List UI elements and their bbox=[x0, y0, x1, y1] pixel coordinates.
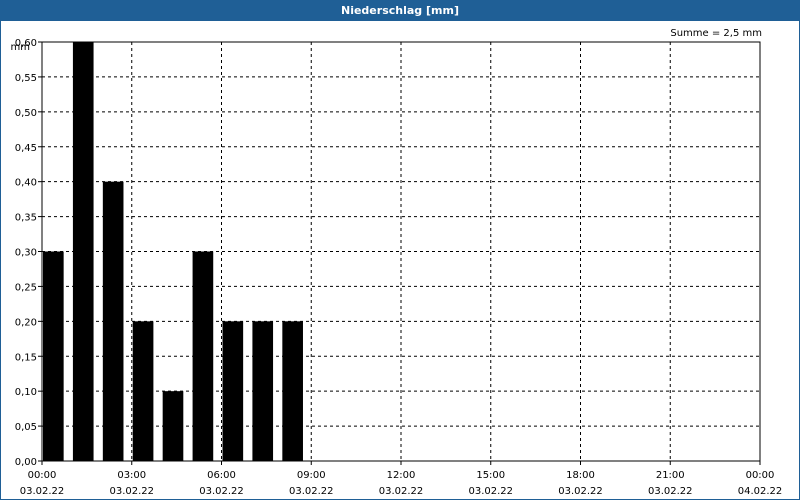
x-tick-time: 00:00 bbox=[28, 470, 57, 481]
x-tick-date: 03.02.22 bbox=[109, 486, 154, 497]
bar bbox=[102, 181, 124, 461]
bar bbox=[132, 321, 154, 461]
bar bbox=[162, 391, 184, 461]
y-tick-label: 0,05 bbox=[15, 422, 37, 433]
x-tick-date: 03.02.22 bbox=[199, 486, 244, 497]
x-tick-time: 15:00 bbox=[476, 470, 505, 481]
y-tick-label: 0,45 bbox=[15, 143, 37, 154]
x-tick-time: 03:00 bbox=[117, 470, 146, 481]
y-tick-label: 0,35 bbox=[15, 213, 37, 224]
y-tick-label: 0,60 bbox=[15, 38, 37, 49]
bar bbox=[282, 321, 303, 461]
y-tick-label: 0,00 bbox=[15, 457, 37, 468]
x-tick-date: 04.02.22 bbox=[738, 486, 783, 497]
x-axis-ticks: 00:00 03.02.22 03:00 03.02.22 06:00 03.02.22 0… bbox=[20, 461, 783, 497]
precipitation-chart: Summe = 2,5 mm mm 0,000,050,100,150,200,… bbox=[11, 28, 783, 497]
x-tick-time: 06:00 bbox=[207, 470, 236, 481]
x-tick-date: 03.02.22 bbox=[468, 486, 513, 497]
y-tick-label: 0,55 bbox=[15, 73, 37, 84]
x-tick-date: 03.02.22 bbox=[648, 486, 693, 497]
bar bbox=[252, 321, 274, 461]
y-tick-label: 0,15 bbox=[15, 352, 37, 363]
x-tick-date: 03.02.22 bbox=[289, 486, 334, 497]
y-tick-label: 0,50 bbox=[15, 108, 37, 119]
x-tick-time: 12:00 bbox=[387, 470, 416, 481]
bars bbox=[43, 42, 303, 461]
y-tick-label: 0,30 bbox=[15, 248, 37, 259]
y-tick-label: 0,40 bbox=[15, 178, 37, 189]
x-tick-time: 18:00 bbox=[566, 470, 595, 481]
x-tick-date: 03.02.22 bbox=[558, 486, 603, 497]
x-tick-time: 21:00 bbox=[656, 470, 685, 481]
sum-annotation: Summe = 2,5 mm bbox=[670, 28, 762, 39]
bar bbox=[72, 42, 94, 461]
bar bbox=[192, 251, 214, 461]
y-axis-ticks: 0,00 0,05 0,10 0,15 0,20 0,25 0,30 0,35 0,40 0,45… bbox=[15, 38, 42, 468]
y-tick-label: 0,25 bbox=[15, 282, 37, 293]
x-tick-date: 03.02.22 bbox=[20, 486, 65, 497]
y-tick-label: 0,20 bbox=[15, 317, 37, 328]
y-tick-label: 0,10 bbox=[15, 387, 37, 398]
x-tick-date: 03.02.22 bbox=[379, 486, 424, 497]
bar bbox=[43, 251, 64, 461]
x-tick-time: 00:00 bbox=[746, 470, 775, 481]
bar bbox=[222, 321, 244, 461]
x-tick-time: 09:00 bbox=[297, 470, 326, 481]
